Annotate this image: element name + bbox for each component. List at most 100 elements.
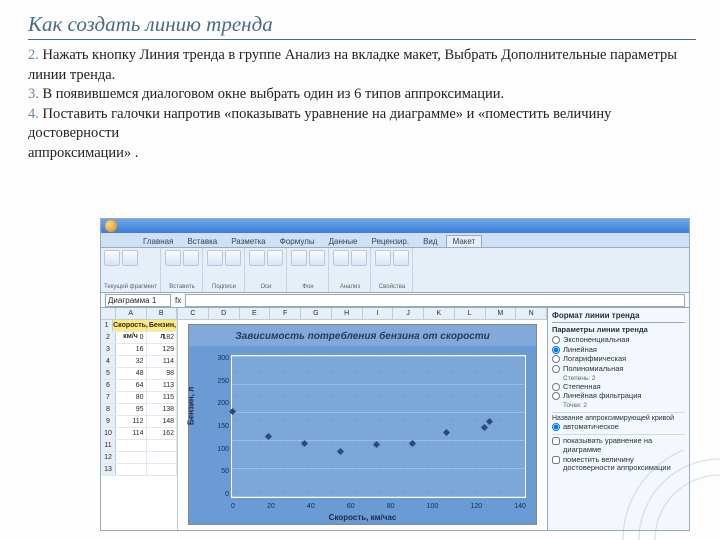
ribbon-icon[interactable] [351,250,367,266]
panel-section: Параметры линии тренда [552,325,685,334]
cell-header[interactable]: Бензин, л [149,320,177,331]
col-header[interactable]: C [178,308,209,319]
ribbon-icon[interactable] [393,250,409,266]
col-header[interactable]: M [486,308,517,319]
trendline-type-radio[interactable] [552,365,560,373]
cell[interactable]: 113 [147,380,178,391]
trendline-type-label: Линейная фильтрация [563,392,641,401]
cell-header[interactable]: Скорость, км/ч [113,320,149,331]
col-header[interactable]: J [393,308,424,319]
cell[interactable]: 115 [147,392,178,403]
col-header[interactable]: N [516,308,547,319]
col-header[interactable]: E [240,308,271,319]
cell[interactable]: 162 [147,428,178,439]
cell[interactable]: 64 [116,380,147,391]
ribbon-icon[interactable] [375,250,391,266]
ribbon-icon[interactable] [249,250,265,266]
show-r2-checkbox[interactable] [552,456,560,464]
cell[interactable] [147,464,178,475]
ribbon-tab[interactable]: Данные [323,236,364,247]
cell[interactable]: 114 [147,356,178,367]
row-num[interactable]: 12 [101,452,116,463]
col-header[interactable]: L [455,308,486,319]
cell[interactable] [116,464,147,475]
cell[interactable]: 148 [147,416,178,427]
cell[interactable]: 129 [147,344,178,355]
show-equation-label: показывать уравнение на диаграмме [563,437,685,454]
trendline-type-radio[interactable] [552,383,560,391]
col-header-b[interactable]: B [147,308,178,319]
ribbon-tab[interactable]: Разметка [225,236,272,247]
col-header[interactable]: D [209,308,240,319]
row-num[interactable]: 10 [101,428,116,439]
row-num[interactable]: 4 [101,356,116,367]
ribbon-tab[interactable]: Формулы [274,236,321,247]
cell[interactable]: 32 [116,356,147,367]
cell[interactable]: 182 [147,332,178,343]
row-num[interactable]: 9 [101,416,116,427]
row-num[interactable]: 5 [101,368,116,379]
col-header[interactable]: K [424,308,455,319]
row-num[interactable]: 7 [101,392,116,403]
cell[interactable] [116,452,147,463]
ribbon: Текущий фрагментВставитьПодписиОсиФонАна… [101,248,689,293]
formula-input[interactable] [185,294,685,307]
ribbon-icon[interactable] [333,250,349,266]
ribbon-icon[interactable] [267,250,283,266]
trendline-type-radio[interactable] [552,355,560,363]
ribbon-icon[interactable] [122,250,138,266]
name-box[interactable]: Диаграмма 1 [105,294,171,307]
trendline-type-radio[interactable] [552,336,560,344]
row-num[interactable]: 8 [101,404,116,415]
col-header-a[interactable]: A [116,308,147,319]
cell[interactable] [147,440,178,451]
ribbon-icon[interactable] [291,250,307,266]
row-num[interactable]: 11 [101,440,116,451]
cell[interactable]: 48 [116,368,147,379]
auto-name-radio[interactable] [552,423,560,431]
select-all-corner[interactable] [101,308,116,319]
col-header[interactable]: G [301,308,332,319]
data-point [337,448,344,455]
row-num[interactable]: 13 [101,464,116,475]
cell[interactable]: 95 [116,404,147,415]
ribbon-icon[interactable] [309,250,325,266]
show-equation-checkbox[interactable] [552,437,560,445]
ribbon-tab[interactable]: Рецензир. [365,236,415,247]
cell[interactable]: 112 [116,416,147,427]
cell[interactable]: 138 [147,404,178,415]
ribbon-tab[interactable]: Вставка [181,236,223,247]
cell[interactable]: 114 [116,428,147,439]
ribbon-icon[interactable] [104,250,120,266]
embedded-chart[interactable]: Зависимость потребления бензина от скоро… [188,324,537,525]
ribbon-tab[interactable]: Вид [417,236,443,247]
data-grid[interactable]: A B 1 Скорость, км/ч Бензин, л 201823161… [101,308,178,531]
col-header[interactable]: F [270,308,301,319]
ribbon-icon[interactable] [165,250,181,266]
ribbon-tab[interactable]: Макет [446,235,483,247]
col-header[interactable]: H [332,308,363,319]
chart-area[interactable]: CDEFGHIJKLMN Зависимость потребления бен… [178,308,547,531]
cell[interactable]: 98 [147,368,178,379]
col-header[interactable]: I [363,308,394,319]
cell[interactable] [147,452,178,463]
trendline-type-radio[interactable] [552,346,560,354]
ribbon-tab[interactable]: Главная [137,236,179,247]
office-button-icon[interactable] [105,220,117,232]
row-num[interactable]: 2 [101,332,116,343]
fx-icon[interactable]: fx [175,296,181,305]
cell[interactable] [116,440,147,451]
row-num[interactable]: 3 [101,344,116,355]
ribbon-icon[interactable] [183,250,199,266]
x-tick: 120 [470,503,482,510]
row-num[interactable]: 6 [101,380,116,391]
ribbon-icon[interactable] [207,250,223,266]
trendline-type-radio[interactable] [552,392,560,400]
row-num[interactable]: 1 [101,320,113,331]
cell[interactable]: 16 [116,344,147,355]
cell[interactable]: 0 [116,332,147,343]
trendline-type-label: Экспоненциальная [563,336,630,345]
cell[interactable]: 80 [116,392,147,403]
ribbon-icon[interactable] [225,250,241,266]
plot-area [231,355,526,498]
